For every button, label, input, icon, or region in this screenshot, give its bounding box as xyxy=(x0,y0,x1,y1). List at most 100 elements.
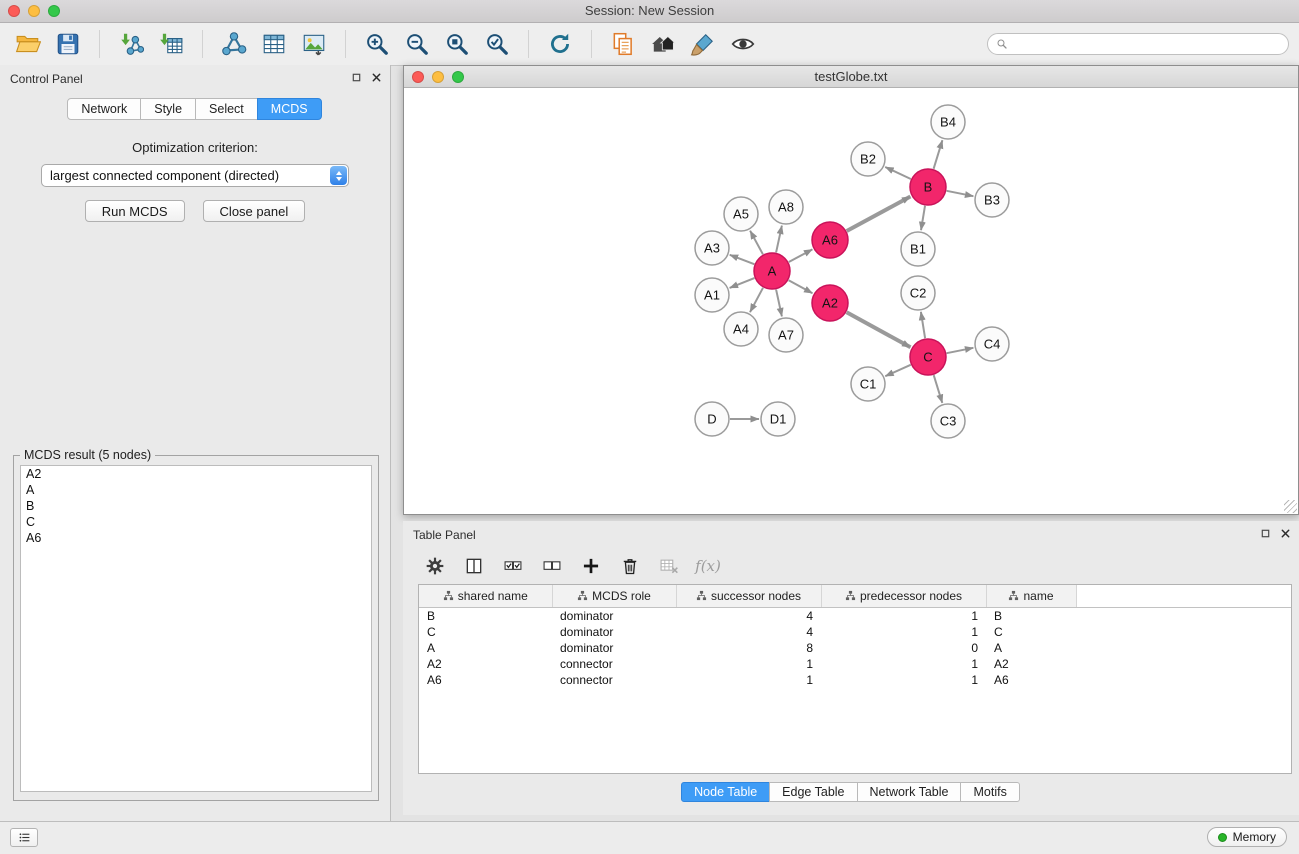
network-table-button[interactable] xyxy=(256,26,292,62)
table-row-A2[interactable]: A2connector11A2 xyxy=(419,656,1291,672)
delete-table-button[interactable] xyxy=(657,554,681,578)
mcds-result-item[interactable]: C xyxy=(21,514,371,530)
edge-A-A3[interactable] xyxy=(730,255,755,264)
edge-A-A4[interactable] xyxy=(750,288,763,312)
close-panel-button[interactable] xyxy=(371,72,382,83)
node-A5[interactable]: A5 xyxy=(724,197,758,231)
tab-node-table[interactable]: Node Table xyxy=(681,782,770,802)
save-session-button[interactable] xyxy=(50,26,86,62)
node-A8[interactable]: A8 xyxy=(769,190,803,224)
node-A7[interactable]: A7 xyxy=(769,318,803,352)
cell[interactable]: A6 xyxy=(419,672,552,688)
cell[interactable]: 0 xyxy=(821,640,986,656)
add-row-button[interactable] xyxy=(579,554,603,578)
edge-A6-B[interactable] xyxy=(847,197,911,232)
close-table-panel-button[interactable] xyxy=(1280,528,1291,539)
cell[interactable]: connector xyxy=(552,672,676,688)
resize-grip[interactable] xyxy=(1284,500,1297,513)
cell[interactable]: connector xyxy=(552,656,676,672)
import-table-button[interactable] xyxy=(153,26,189,62)
cell[interactable]: dominator xyxy=(552,640,676,656)
node-C[interactable]: C xyxy=(910,339,946,375)
tab-edge-table[interactable]: Edge Table xyxy=(769,782,857,802)
edge-A-A2[interactable] xyxy=(789,280,813,293)
cell[interactable]: 4 xyxy=(676,608,821,625)
node-A6[interactable]: A6 xyxy=(812,222,848,258)
zoom-out-button[interactable] xyxy=(399,26,435,62)
tab-network[interactable]: Network xyxy=(67,98,141,120)
mcds-result-item[interactable]: A xyxy=(21,482,371,498)
zoom-in-button[interactable] xyxy=(359,26,395,62)
zoom-fit-button[interactable] xyxy=(439,26,475,62)
mcds-result-item[interactable]: B xyxy=(21,498,371,514)
open-file-button[interactable] xyxy=(10,26,46,62)
tab-motifs[interactable]: Motifs xyxy=(960,782,1019,802)
network-canvas[interactable]: B4B2BB3A8A5A6B1A3AC2A1A2A4A7CC4C1C3DD1 xyxy=(404,88,1298,514)
zoom-window-button[interactable] xyxy=(48,5,60,17)
node-C2[interactable]: C2 xyxy=(901,276,935,310)
network-zoom-button[interactable] xyxy=(452,71,464,83)
column-selector-button[interactable] xyxy=(462,554,486,578)
run-mcds-button[interactable]: Run MCDS xyxy=(85,200,185,222)
tab-select[interactable]: Select xyxy=(195,98,258,120)
node-A1[interactable]: A1 xyxy=(695,278,729,312)
cell[interactable]: A6 xyxy=(986,672,1076,688)
edge-B-B2[interactable] xyxy=(885,167,911,179)
close-panel-action-button[interactable]: Close panel xyxy=(203,200,306,222)
memory-button[interactable]: Memory xyxy=(1207,827,1287,847)
float-panel-button[interactable] xyxy=(351,72,362,83)
select-all-button[interactable] xyxy=(501,554,525,578)
node-B3[interactable]: B3 xyxy=(975,183,1009,217)
edge-A-A7[interactable] xyxy=(776,290,782,317)
cell[interactable]: B xyxy=(986,608,1076,625)
node-C3[interactable]: C3 xyxy=(931,404,965,438)
float-table-panel-button[interactable] xyxy=(1260,528,1271,539)
edge-B-B4[interactable] xyxy=(934,140,943,169)
function-builder-button[interactable]: f(x) xyxy=(696,554,720,578)
zoom-selected-button[interactable] xyxy=(479,26,515,62)
cell[interactable]: 1 xyxy=(821,656,986,672)
node-B4[interactable]: B4 xyxy=(931,105,965,139)
copy-document-button[interactable] xyxy=(605,26,641,62)
node-A[interactable]: A xyxy=(754,253,790,289)
edge-C-C3[interactable] xyxy=(934,375,943,403)
close-window-button[interactable] xyxy=(8,5,20,17)
tab-style[interactable]: Style xyxy=(140,98,196,120)
criterion-select[interactable]: largest connected component (directed) xyxy=(41,164,349,187)
search-input[interactable] xyxy=(1013,36,1280,52)
search-box[interactable] xyxy=(987,33,1289,55)
panel-list-button[interactable] xyxy=(10,828,38,847)
tab-mcds[interactable]: MCDS xyxy=(257,98,322,120)
cell[interactable]: C xyxy=(986,624,1076,640)
edge-B-B1[interactable] xyxy=(921,206,925,230)
edge-C-C1[interactable] xyxy=(885,365,910,376)
node-B1[interactable]: B1 xyxy=(901,232,935,266)
node-B[interactable]: B xyxy=(910,169,946,205)
node-A3[interactable]: A3 xyxy=(695,231,729,265)
node-A4[interactable]: A4 xyxy=(724,312,758,346)
cell[interactable]: dominator xyxy=(552,624,676,640)
cell[interactable]: A xyxy=(986,640,1076,656)
cell[interactable]: C xyxy=(419,624,552,640)
home-button[interactable] xyxy=(645,26,681,62)
delete-row-button[interactable] xyxy=(618,554,642,578)
column-header-name[interactable]: name xyxy=(986,585,1076,608)
edge-A-A8[interactable] xyxy=(776,226,782,253)
cell[interactable]: 1 xyxy=(676,656,821,672)
node-D[interactable]: D xyxy=(695,402,729,436)
mcds-result-item[interactable]: A2 xyxy=(21,466,371,482)
cell[interactable]: 1 xyxy=(821,608,986,625)
settings-button[interactable] xyxy=(423,554,447,578)
node-D1[interactable]: D1 xyxy=(761,402,795,436)
node-C4[interactable]: C4 xyxy=(975,327,1009,361)
mcds-result-list[interactable]: A2ABCA6 xyxy=(20,465,372,792)
cell[interactable]: A xyxy=(419,640,552,656)
node-A2[interactable]: A2 xyxy=(812,285,848,321)
cell[interactable]: 1 xyxy=(676,672,821,688)
minimize-window-button[interactable] xyxy=(28,5,40,17)
node-C1[interactable]: C1 xyxy=(851,367,885,401)
export-image-button[interactable] xyxy=(296,26,332,62)
cell[interactable]: 1 xyxy=(821,624,986,640)
table-row-A[interactable]: Adominator80A xyxy=(419,640,1291,656)
unselect-all-button[interactable] xyxy=(540,554,564,578)
